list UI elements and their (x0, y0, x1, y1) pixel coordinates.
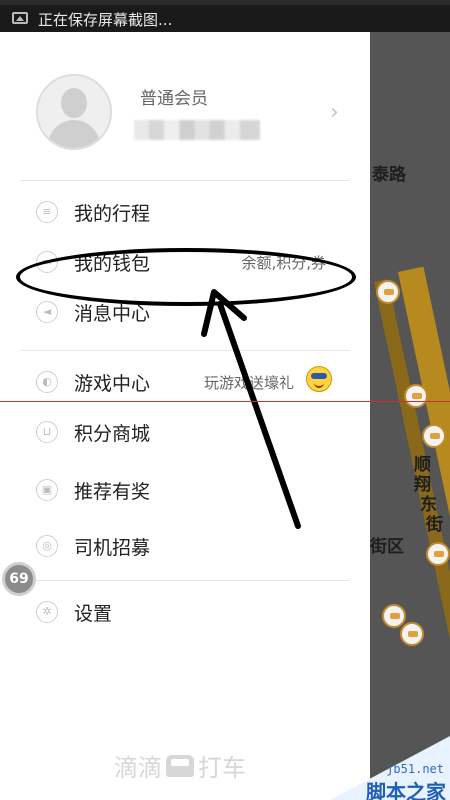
map-label-street-1: 泰路 (372, 165, 406, 185)
menu-item-driver-recruitment[interactable]: ◎ 司机招募 (0, 522, 370, 572)
annotation-ellipse (16, 248, 356, 306)
list-icon: ≡ (36, 201, 58, 223)
brand-text-left: 滴滴 (114, 754, 162, 782)
status-bar: 正在保存屏幕截图... (0, 0, 450, 32)
gift-icon: ▣ (36, 479, 58, 501)
divider (20, 180, 350, 181)
avatar-body (48, 120, 100, 148)
blurred-phone-number (134, 120, 260, 140)
brand-logo: 滴滴 打车 (114, 748, 246, 783)
avatar[interactable] (36, 74, 112, 150)
divider (20, 580, 350, 581)
divider (20, 350, 350, 351)
megaphone-icon: ◄ (36, 301, 58, 323)
map-label-street-5: 街 (426, 515, 443, 535)
menu-item-points-mall[interactable]: ⊔ 积分商城 (0, 408, 370, 458)
cart-icon: ⊔ (36, 421, 58, 443)
status-strip (0, 0, 450, 5)
brand-text-right: 打车 (198, 754, 246, 782)
emoji-icon (306, 366, 332, 392)
menu-item-my-trips[interactable]: ≡ 我的行程 (0, 188, 370, 238)
map-area[interactable]: 泰路 顺 翔 东 街 街区 (370, 32, 450, 800)
menu-item-referral[interactable]: ▣ 推荐有奖 (0, 466, 370, 516)
taxi-icon (166, 754, 194, 777)
menu-item-label: 推荐有奖 (74, 481, 151, 503)
side-drawer: 普通会员 › ≡ 我的行程 ▭ 我的钱包 余额,积分,券 ◄ 消息中心 ◐ 游戏… (0, 32, 370, 800)
taxi-pin[interactable] (382, 604, 406, 628)
steering-wheel-icon: ◎ (36, 535, 58, 557)
menu-item-label: 设置 (74, 603, 113, 625)
taxi-pin[interactable] (422, 424, 446, 448)
floating-badge[interactable]: 69 (2, 562, 36, 596)
chevron-right-icon[interactable]: › (330, 100, 339, 125)
menu-item-label: 我的行程 (74, 203, 151, 225)
gear-icon: ✲ (36, 601, 58, 623)
taxi-pin[interactable] (400, 622, 424, 646)
screen: 正在保存屏幕截图... 泰路 顺 翔 东 街 街区 普通会员 › ≡ 我的行程 (0, 0, 450, 800)
game-icon: ◐ (36, 371, 58, 393)
member-level: 普通会员 (140, 89, 208, 109)
menu-item-label: 游戏中心 (74, 373, 151, 395)
watermark: jb51.net 脚本之家 (330, 736, 450, 800)
notification-text: 正在保存屏幕截图... (38, 11, 173, 29)
image-icon (12, 12, 28, 24)
red-guide-line (0, 401, 450, 402)
taxi-pin[interactable] (404, 384, 428, 408)
menu-item-label: 司机招募 (74, 537, 151, 559)
map-label-district: 街区 (370, 537, 404, 557)
avatar-head (61, 88, 87, 118)
taxi-pin[interactable] (426, 542, 450, 566)
game-subtitle: 玩游戏送壕礼 (203, 374, 294, 392)
watermark-url: jb51.net (386, 762, 444, 776)
menu-item-label: 积分商城 (74, 423, 151, 445)
taxi-pin[interactable] (376, 280, 400, 304)
menu-item-settings[interactable]: ✲ 设置 (0, 588, 370, 638)
watermark-name: 脚本之家 (366, 780, 446, 800)
